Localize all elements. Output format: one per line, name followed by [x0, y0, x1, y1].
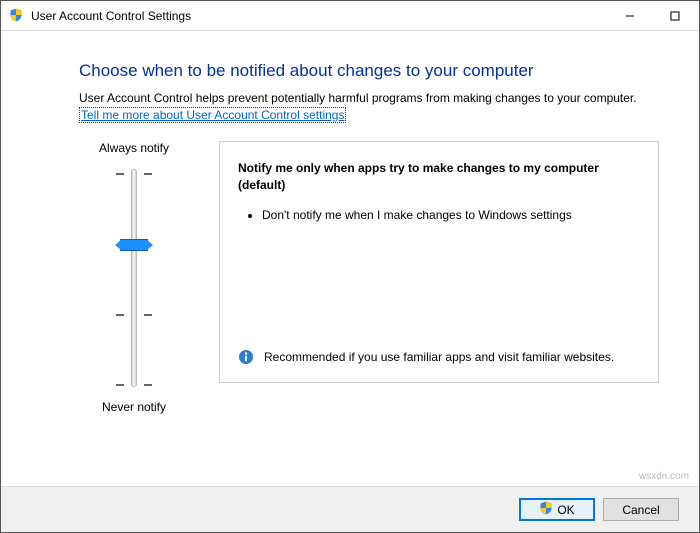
slider-top-label: Always notify	[99, 141, 169, 155]
content-area: Choose when to be notified about changes…	[1, 31, 699, 414]
slider-track	[131, 169, 137, 387]
recommendation-text: Recommended if you use familiar apps and…	[264, 349, 614, 366]
slider-thumb[interactable]	[120, 239, 148, 251]
page-heading: Choose when to be notified about changes…	[79, 61, 659, 81]
slider-tick	[116, 384, 124, 386]
minimize-button[interactable]	[607, 2, 652, 30]
slider-tick	[144, 384, 152, 386]
level-description-panel: Notify me only when apps try to make cha…	[219, 141, 659, 383]
window-title: User Account Control Settings	[31, 9, 607, 23]
uac-shield-icon	[539, 501, 553, 518]
notification-slider[interactable]	[110, 165, 158, 390]
page-description: User Account Control helps prevent poten…	[79, 91, 659, 105]
dialog-footer: OK Cancel	[1, 486, 699, 532]
slider-tick	[144, 173, 152, 175]
slider-bottom-label: Never notify	[102, 400, 166, 414]
uac-shield-icon	[9, 8, 25, 24]
cancel-button[interactable]: Cancel	[603, 498, 679, 521]
level-title: Notify me only when apps try to make cha…	[238, 160, 640, 194]
learn-more-link[interactable]: Tell me more about User Account Control …	[79, 107, 346, 123]
ok-button[interactable]: OK	[519, 498, 595, 521]
cancel-button-label: Cancel	[622, 503, 659, 517]
maximize-button[interactable]	[652, 2, 697, 30]
slider-tick	[116, 314, 124, 316]
slider-tick	[116, 173, 124, 175]
slider-tick	[144, 314, 152, 316]
title-bar: User Account Control Settings	[1, 1, 699, 31]
info-icon	[238, 349, 254, 365]
ok-button-label: OK	[557, 503, 574, 517]
watermark: wsxdn.com	[639, 471, 689, 482]
level-bullet: Don't notify me when I make changes to W…	[262, 206, 640, 224]
